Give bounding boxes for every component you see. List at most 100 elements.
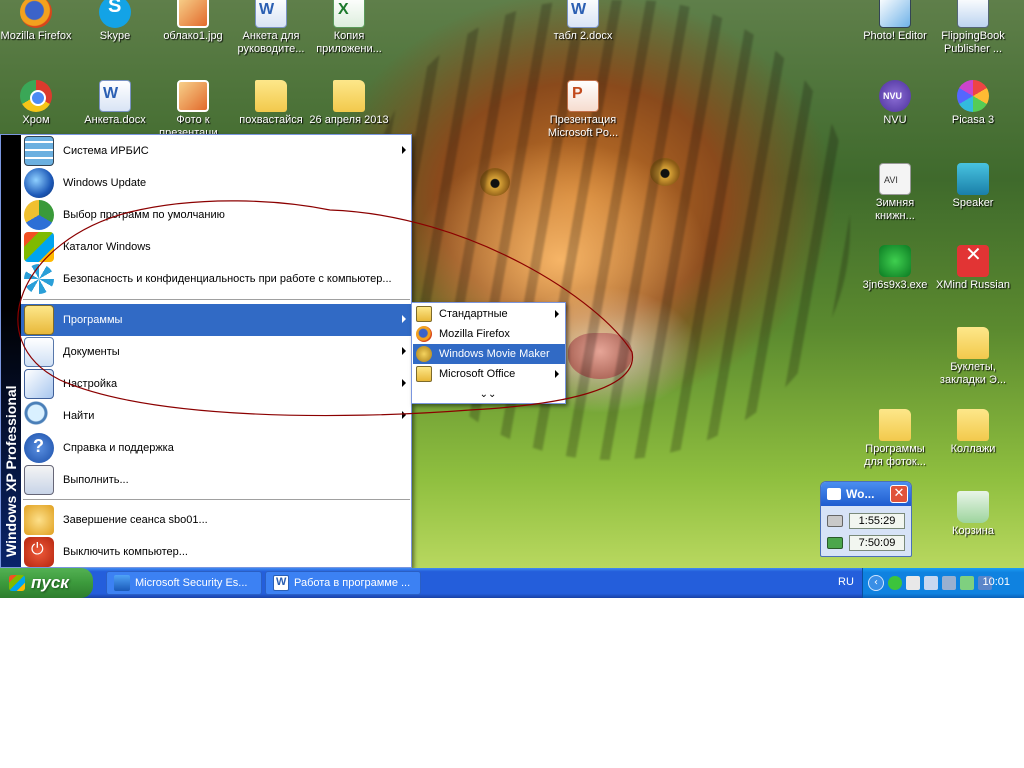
desktop-icon-pokhvastaysya[interactable]: похвастайся [231, 80, 311, 127]
menu-item-security-privacy[interactable]: Безопасность и конфиденциальность при ра… [21, 263, 412, 295]
language-indicator[interactable]: RU [838, 576, 854, 588]
start-menu: Windows XP Professional Система ИРБИС Wi… [0, 134, 412, 568]
recycle-bin-icon [957, 491, 989, 523]
submenu-arrow-icon [402, 146, 406, 154]
desktop-icon-flippingbook[interactable]: FlippingBook Publisher ... [933, 0, 1013, 56]
menu-item-help-support[interactable]: Справка и поддержка [21, 432, 412, 464]
desktop-icon-picasa[interactable]: Picasa 3 [933, 80, 1013, 127]
desktop-icon-label: Mozilla Firefox [0, 30, 72, 42]
login-arrow-icon [827, 537, 843, 549]
desktop-icon-programmy-dlya-fotok[interactable]: Программы для фоток... [855, 409, 935, 469]
desktop-icon-label: XMind Russian [936, 279, 1010, 291]
desktop-icon-photo-editor[interactable]: Photo! Editor [855, 0, 935, 43]
desktop-icon-foto-prezentatsii[interactable]: Фото к презентаци... [153, 80, 233, 140]
program-group-icon [416, 366, 432, 382]
excel-document-icon [333, 0, 365, 28]
nvu-icon [879, 80, 911, 112]
close-icon[interactable]: ✕ [890, 485, 908, 503]
desktop-icon-kopiya-prilozheni[interactable]: Копия приложени... [309, 0, 389, 56]
clock[interactable]: 10:01 [982, 576, 1010, 588]
submenu-arrow-icon [402, 411, 406, 419]
folder-icon [957, 409, 989, 441]
desktop-icon-nvu[interactable]: NVU [855, 80, 935, 127]
menu-item-label: Windows Update [63, 177, 147, 189]
xmind-icon [957, 245, 989, 277]
wallpaper-tiger-eye-right [650, 158, 680, 186]
menu-item-documents[interactable]: Документы [21, 336, 412, 368]
taskbar: пуск Microsoft Security Es... Работа в п… [0, 568, 1024, 598]
submenu-item-label: Microsoft Office [439, 368, 516, 380]
desktop-icon-chrome[interactable]: Хром [0, 80, 76, 127]
folder-icon [255, 80, 287, 112]
desktop-icon-zimnyaya-knizhn[interactable]: Зимняя книжн... [855, 163, 935, 223]
taskbar-button-microsoft-security[interactable]: Microsoft Security Es... [106, 571, 262, 595]
menu-item-label: Найти [63, 410, 95, 422]
powerpoint-document-icon [567, 80, 599, 112]
desktop-icon-label: похвастайся [239, 114, 303, 126]
taskbar-button-word-document[interactable]: Работа в программе ... [265, 571, 421, 595]
menu-item-sistema-irbis[interactable]: Система ИРБИС [21, 135, 412, 167]
desktop-icon-26-aprelya[interactable]: 26 апреля 2013 [309, 80, 389, 127]
photo-editor-icon [879, 0, 911, 28]
desktop-icon-skype[interactable]: Skype [75, 0, 155, 43]
desktop-icon-label: Коллажи [950, 443, 996, 455]
desktop-icon-anketa-rukovoditel[interactable]: Анкета для руководите... [231, 0, 311, 56]
submenu-item-mozilla-firefox[interactable]: Mozilla Firefox [413, 324, 565, 344]
menu-item-windows-update[interactable]: Windows Update [21, 167, 412, 199]
submenu-expand-chevron-icon[interactable]: ⌄⌄ [412, 389, 564, 400]
network-tray-icon[interactable] [924, 576, 938, 590]
timer-widget: Wo... ✕ 1:55:29 7:50:09 [820, 481, 912, 557]
desktop-icon-label: Зимняя книжн... [875, 197, 915, 222]
desktop-icon-label: Корзина [952, 525, 994, 537]
menu-item-log-off[interactable]: Завершение сеанса sbo01... [21, 504, 412, 536]
desktop-icon-label: Хром [22, 114, 50, 126]
menu-item-default-programs[interactable]: Выбор программ по умолчанию [21, 199, 412, 231]
menu-item-programs[interactable]: Программы [21, 304, 412, 336]
update-tray-icon[interactable] [960, 576, 974, 590]
desktop-icon-anketa-docx[interactable]: Анкета.docx [75, 80, 155, 127]
menu-item-label: Выбор программ по умолчанию [63, 209, 225, 221]
desktop-icon-xmind[interactable]: XMind Russian [933, 245, 1013, 292]
desktop-icon-label: Анкета.docx [84, 114, 146, 126]
desktop-icon-label: Speaker [952, 197, 994, 209]
desktop-icon-label: облако1.jpg [163, 30, 223, 42]
menu-item-label: Система ИРБИС [63, 145, 149, 157]
messenger-tray-icon[interactable] [906, 576, 920, 590]
antivirus-tray-icon[interactable] [888, 576, 902, 590]
timer-widget-title: Wo... [846, 487, 875, 501]
windows-logo-icon [9, 575, 25, 591]
submenu-item-windows-movie-maker[interactable]: Windows Movie Maker [413, 344, 565, 364]
menu-item-windows-catalog[interactable]: Каталог Windows [21, 231, 412, 263]
windows-catalog-icon [24, 232, 54, 262]
menu-item-label: Программы [63, 314, 123, 326]
display-tray-icon[interactable] [942, 576, 956, 590]
submenu-item-microsoft-office[interactable]: Microsoft Office [413, 364, 565, 384]
desktop-icon-3jn6s9x3-exe[interactable]: 3jn6s9x3.exe [855, 245, 935, 292]
desktop-icon-label: Анкета для руководите... [237, 30, 305, 55]
submenu-item-label: Mozilla Firefox [439, 328, 510, 340]
menu-item-search[interactable]: Найти [21, 400, 412, 432]
avi-file-icon [879, 163, 911, 195]
menu-item-run[interactable]: Выполнить... [21, 464, 412, 496]
start-button[interactable]: пуск [0, 568, 93, 598]
desktop-icon-firefox[interactable]: Mozilla Firefox [0, 0, 76, 43]
desktop-icon-prezentatsiya-ppt[interactable]: Презентация Microsoft Po... [543, 80, 623, 140]
desktop-icon-tabl2-docx[interactable]: табл 2.docx [543, 0, 623, 43]
timer-row-session: 1:55:29 [827, 511, 911, 531]
menu-item-shut-down[interactable]: Выключить компьютер... [21, 536, 412, 568]
desktop-icon-speaker[interactable]: Speaker [933, 163, 1013, 210]
desktop-icon-kollazhi[interactable]: Коллажи [933, 409, 1013, 456]
submenu-arrow-icon [555, 310, 559, 318]
menu-item-label: Документы [63, 346, 120, 358]
system-tray: ‹ 10:01 [862, 568, 1024, 598]
desktop-icon-recycle-bin[interactable]: Корзина [933, 491, 1013, 538]
start-menu-side-text: Windows XP Professional [3, 385, 19, 557]
default-programs-icon [24, 200, 54, 230]
desktop-icon-oblako-jpg[interactable]: облако1.jpg [153, 0, 233, 43]
folder-icon [333, 80, 365, 112]
show-hidden-icons-button[interactable]: ‹ [868, 575, 884, 591]
submenu-item-accessories[interactable]: Стандартные [413, 304, 565, 324]
desktop-icon-buklety[interactable]: Буклеты, закладки Э... [933, 327, 1013, 387]
menu-item-settings[interactable]: Настройка [21, 368, 412, 400]
key-icon [24, 505, 54, 535]
